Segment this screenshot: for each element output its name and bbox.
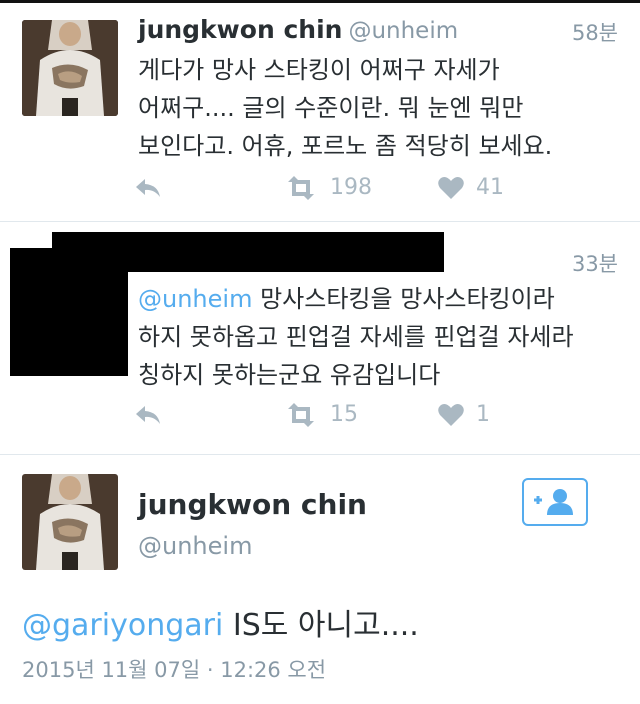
tweet-time: 58분 xyxy=(571,21,618,45)
retweet-count: 198 xyxy=(330,175,372,200)
reply-icon xyxy=(136,406,160,424)
redaction-avatar xyxy=(10,248,128,376)
retweet-button[interactable]: 15 xyxy=(284,402,358,427)
like-button[interactable]: 41 xyxy=(438,175,504,200)
follow-button[interactable] xyxy=(522,478,588,526)
tweet-actions: 198 41 xyxy=(0,175,640,205)
retweet-button[interactable]: 198 xyxy=(284,175,372,200)
retweet-icon xyxy=(288,175,314,200)
like-count: 1 xyxy=(476,402,490,427)
reply-button[interactable] xyxy=(134,404,162,426)
detail-timestamp[interactable]: 2015년 11월 07일 · 12:26 오전 xyxy=(22,654,326,684)
reply-icon xyxy=(136,179,160,197)
mention-link[interactable]: @unheim xyxy=(138,285,252,313)
tweet-text: @unheim 망사스타킹을 망사스타킹이라 하지 못하옵고 핀업걸 자세를 핀… xyxy=(138,280,574,394)
tweet-text: 게다가 망사 스타킹이 어쩌구 자세가 어쩌구.... 글의 수준이란. 뭐 눈… xyxy=(138,51,552,165)
tweet-2[interactable]: 33분 @unheim 망사스타킹을 망사스타킹이라 하지 못하옵고 핀업걸 자… xyxy=(0,222,640,455)
retweet-count: 15 xyxy=(330,402,358,427)
detail-avatar[interactable] xyxy=(22,474,118,570)
heart-icon xyxy=(438,176,464,199)
like-button[interactable]: 1 xyxy=(438,402,490,427)
mention-link[interactable]: @gariyongari xyxy=(22,608,223,643)
author-name-text[interactable]: jungkwon chin xyxy=(138,15,342,44)
like-count: 41 xyxy=(476,175,504,200)
follow-user-icon xyxy=(534,489,573,515)
avatar[interactable] xyxy=(22,20,118,116)
heart-icon xyxy=(438,403,464,426)
author-handle[interactable]: @unheim xyxy=(348,18,458,44)
tweet-line: 보인다고. 어휴, 포르노 좀 적당히 보세요. xyxy=(138,132,553,160)
tweet-line: 망사스타킹을 망사스타킹이라 xyxy=(260,285,555,313)
detail-author-name[interactable]: jungkwon chin xyxy=(138,488,367,521)
tweet-line: 게다가 망사 스타킹이 어쩌구 자세가 xyxy=(138,56,500,84)
detail-tweet-body: IS도 아니고.... xyxy=(223,608,419,643)
tweet-line: 하지 못하옵고 핀업걸 자세를 핀업걸 자세라 xyxy=(138,323,574,351)
tweet-actions: 15 1 xyxy=(0,402,640,432)
retweet-icon xyxy=(288,402,314,427)
author-name[interactable]: jungkwon chin @unheim xyxy=(138,15,458,44)
tweet-line: 칭하지 못하는군요 유감입니다 xyxy=(138,361,441,389)
tweet-1[interactable]: jungkwon chin @unheim 58분 게다가 망사 스타킹이 어쩌구… xyxy=(0,3,640,222)
reply-button[interactable] xyxy=(134,177,162,199)
detail-tweet-text: @gariyongari IS도 아니고.... xyxy=(22,600,419,644)
tweet-line: 어쩌구.... 글의 수준이란. 뭐 눈엔 뭐만 xyxy=(138,94,524,122)
tweet-time: 33분 xyxy=(571,252,618,276)
detail-author-handle[interactable]: @unheim xyxy=(138,532,252,560)
